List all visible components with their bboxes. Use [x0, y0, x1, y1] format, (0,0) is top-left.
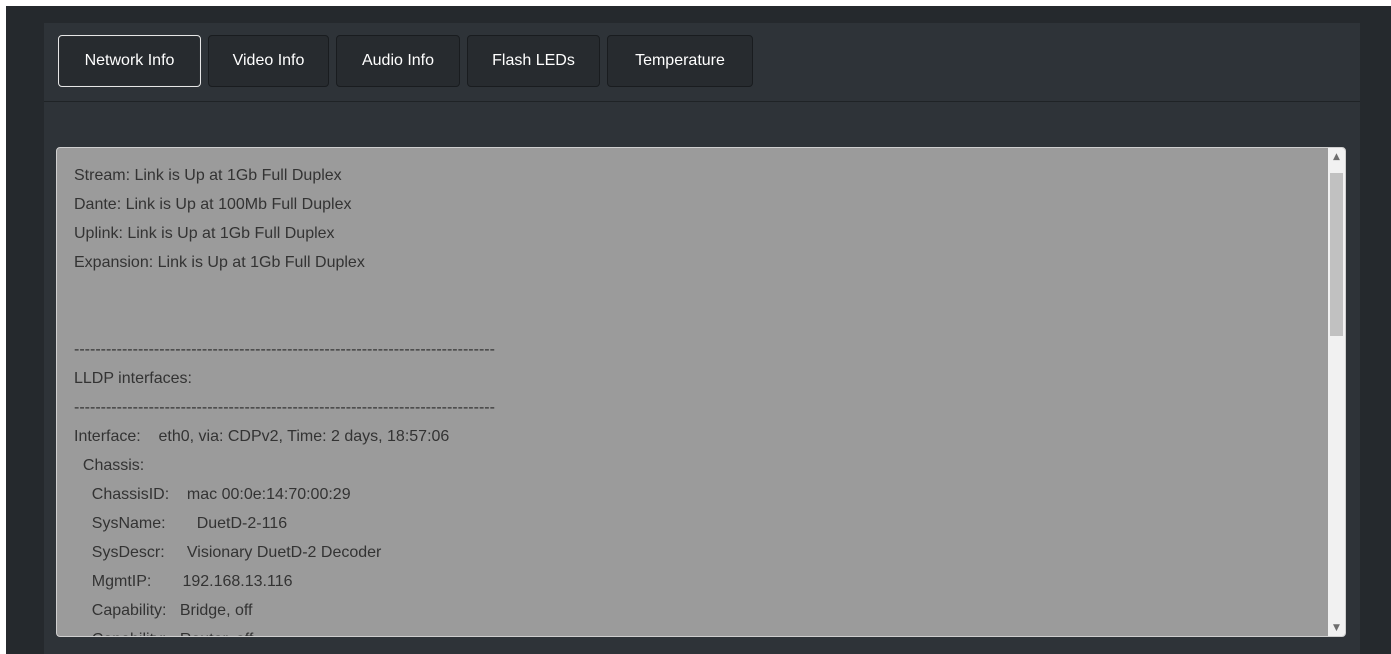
- output-line: Interface: eth0, via: CDPv2, Time: 2 day…: [74, 428, 450, 445]
- output-line: ChassisID: mac 00:0e:14:70:00:29: [74, 486, 351, 503]
- output-line: LLDP interfaces:: [74, 370, 192, 387]
- tab-flash-leds[interactable]: Flash LEDs: [467, 35, 600, 87]
- output-line: SysDescr: Visionary DuetD-2 Decoder: [74, 544, 382, 561]
- output-line: SysName: DuetD-2-116: [74, 515, 288, 532]
- tab-video-info[interactable]: Video Info: [208, 35, 329, 87]
- tab-audio-info[interactable]: Audio Info: [336, 35, 460, 87]
- output-line: Stream: Link is Up at 1Gb Full Duplex: [74, 167, 342, 184]
- output-line: Uplink: Link is Up at 1Gb Full Duplex: [74, 225, 335, 242]
- scrollbar-thumb[interactable]: [1330, 173, 1343, 336]
- output-line: Dante: Link is Up at 100Mb Full Duplex: [74, 196, 352, 213]
- tab-temperature[interactable]: Temperature: [607, 35, 753, 87]
- scroll-up-icon[interactable]: ▲: [1328, 148, 1345, 165]
- output-divider: ----------------------------------------…: [74, 399, 495, 416]
- output-line: Expansion: Link is Up at 1Gb Full Duplex: [74, 254, 365, 271]
- tab-network-info[interactable]: Network Info: [58, 35, 201, 87]
- output-line: Capability: Bridge, off: [74, 602, 253, 619]
- output-divider: ----------------------------------------…: [74, 341, 495, 358]
- info-panel: Network Info Video Info Audio Info Flash…: [44, 23, 1360, 654]
- vertical-scrollbar[interactable]: ▲ ▼: [1328, 148, 1345, 636]
- output-text: Stream: Link is Up at 1Gb Full Duplex Da…: [74, 161, 1314, 636]
- output-line: MgmtIP: 192.168.13.116: [74, 573, 293, 590]
- tab-bar: Network Info Video Info Audio Info Flash…: [44, 23, 1360, 102]
- network-info-output[interactable]: Stream: Link is Up at 1Gb Full Duplex Da…: [56, 147, 1346, 637]
- app-frame: Network Info Video Info Audio Info Flash…: [6, 6, 1391, 654]
- output-line: Capability: Router, off: [74, 625, 1314, 636]
- output-line: Chassis:: [74, 457, 145, 474]
- scroll-down-icon[interactable]: ▼: [1328, 619, 1345, 636]
